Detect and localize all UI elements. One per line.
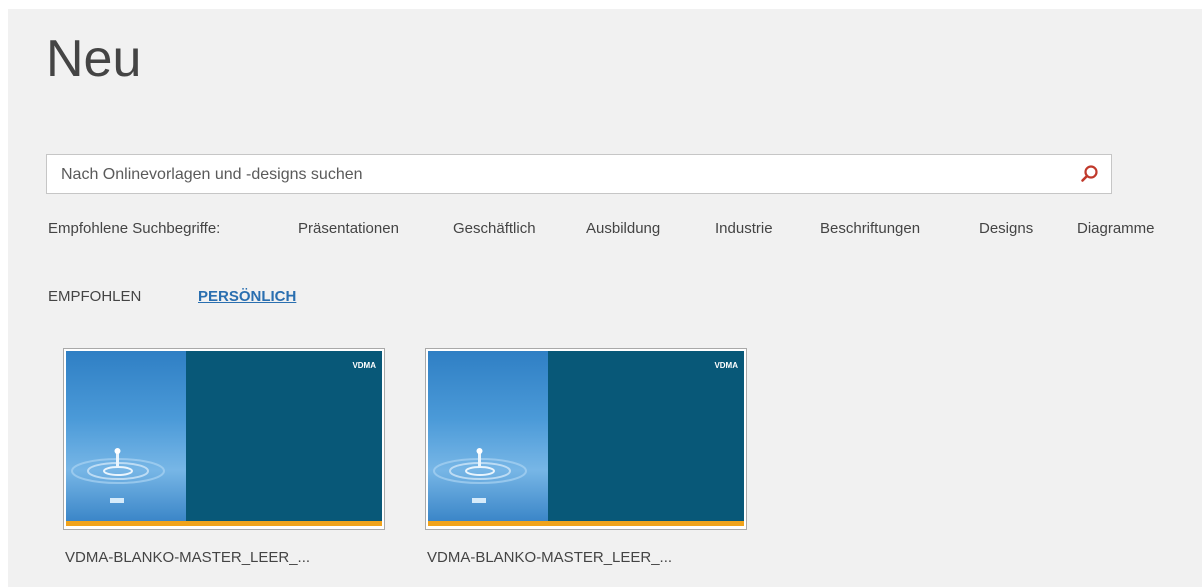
search-input[interactable] bbox=[59, 155, 1063, 195]
footer-bar bbox=[66, 521, 382, 526]
search-box[interactable] bbox=[46, 154, 1112, 195]
suggestion-link[interactable]: Präsentationen bbox=[298, 220, 399, 237]
tab-empfohlen[interactable]: EMPFOHLEN bbox=[48, 288, 141, 305]
template-name: VDMA-BLANKO-MASTER_LEER_... bbox=[65, 549, 311, 566]
suggestion-link[interactable]: Industrie bbox=[715, 220, 773, 237]
page-title: Neu bbox=[46, 30, 142, 88]
suggestion-link[interactable]: Diagramme bbox=[1077, 220, 1155, 237]
water-drop-image bbox=[66, 351, 186, 521]
vdma-logo: VDMA bbox=[714, 361, 738, 370]
search-icon bbox=[1081, 165, 1098, 182]
suggestion-link[interactable]: Geschäftlich bbox=[453, 220, 536, 237]
template-thumbnail[interactable]: VDMA bbox=[425, 348, 747, 530]
water-drop-image bbox=[428, 351, 548, 521]
tab-persoenlich[interactable]: PERSÖNLICH bbox=[198, 288, 296, 305]
footer-bar bbox=[428, 521, 744, 526]
template-thumbnail[interactable]: VDMA bbox=[63, 348, 385, 530]
vdma-logo: VDMA bbox=[352, 361, 376, 370]
suggestion-link[interactable]: Ausbildung bbox=[586, 220, 660, 237]
title-background bbox=[186, 351, 382, 521]
suggested-searches-label: Empfohlene Suchbegriffe: bbox=[48, 220, 221, 237]
search-button[interactable] bbox=[1077, 161, 1103, 187]
suggestion-link[interactable]: Beschriftungen bbox=[820, 220, 920, 237]
template-name: VDMA-BLANKO-MASTER_LEER_... bbox=[427, 549, 673, 566]
title-background bbox=[548, 351, 744, 521]
suggestion-link[interactable]: Designs bbox=[979, 220, 1033, 237]
new-panel: Neu Empfohlene Suchbegriffe: Präsentatio… bbox=[8, 9, 1202, 587]
